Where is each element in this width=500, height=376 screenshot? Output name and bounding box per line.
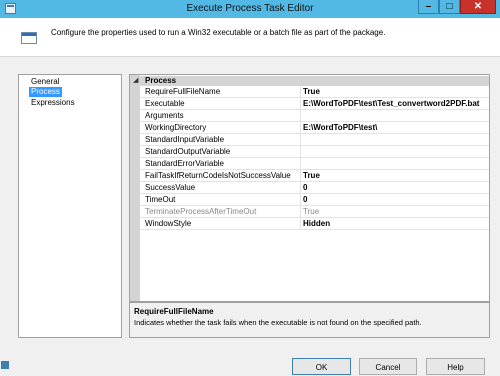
close-icon: ✕ xyxy=(473,1,483,12)
category-label: Process xyxy=(145,76,177,85)
property-grid: ◢ Process RequireFullFileName True Execu… xyxy=(129,74,490,302)
property-row-timeout[interactable]: TimeOut 0 xyxy=(140,194,489,206)
column-divider xyxy=(300,110,301,122)
title-bar: Execute Process Task Editor – □ ✕ xyxy=(0,0,500,18)
property-name: FailTaskIfReturnCodeIsNotSuccessValue xyxy=(145,171,291,180)
property-name: StandardInputVariable xyxy=(145,135,225,144)
property-row-successvalue[interactable]: SuccessValue 0 xyxy=(140,182,489,194)
nav-item-process[interactable]: Process xyxy=(29,87,62,97)
property-name: StandardErrorVariable xyxy=(145,159,225,168)
property-name: SuccessValue xyxy=(145,183,196,192)
minimize-button[interactable]: – xyxy=(418,0,439,14)
property-value: True xyxy=(303,207,320,216)
status-icon xyxy=(1,361,9,369)
property-row-executable[interactable]: Executable E:\WordToPDF\test\Test_conver… xyxy=(140,98,489,110)
column-divider xyxy=(300,134,301,146)
help-button[interactable]: Help xyxy=(426,358,485,375)
description-panel: RequireFullFileName Indicates whether th… xyxy=(129,302,490,338)
property-row-failtaskifreturncodeisnotsuccessvalue[interactable]: FailTaskIfReturnCodeIsNotSuccessValue Tr… xyxy=(140,170,489,182)
column-divider xyxy=(300,122,301,134)
property-name: WindowStyle xyxy=(145,219,192,228)
property-name: Arguments xyxy=(145,111,184,120)
column-divider xyxy=(300,206,301,218)
column-divider xyxy=(300,86,301,98)
header-panel: Configure the properties used to run a W… xyxy=(0,18,500,57)
cancel-button[interactable]: Cancel xyxy=(359,358,417,375)
property-name: RequireFullFileName xyxy=(145,87,221,96)
ok-button[interactable]: OK xyxy=(292,358,351,375)
property-value[interactable]: True xyxy=(303,170,320,182)
property-value[interactable]: E:\WordToPDF\test\ xyxy=(303,122,377,134)
property-row-standardinputvariable[interactable]: StandardInputVariable xyxy=(140,134,489,146)
window-controls: – □ ✕ xyxy=(418,0,496,14)
property-name: StandardOutputVariable xyxy=(145,147,231,156)
maximize-button[interactable]: □ xyxy=(439,0,460,14)
description-title: RequireFullFileName xyxy=(134,307,214,316)
property-value[interactable]: True xyxy=(303,86,320,98)
maximize-icon: □ xyxy=(446,1,453,12)
status-area xyxy=(0,360,9,370)
property-row-windowstyle[interactable]: WindowStyle Hidden xyxy=(140,218,489,230)
close-button[interactable]: ✕ xyxy=(460,0,496,14)
column-divider xyxy=(300,98,301,110)
property-row-arguments[interactable]: Arguments xyxy=(140,110,489,122)
minimize-icon: – xyxy=(425,1,432,12)
property-value[interactable]: Hidden xyxy=(303,218,330,230)
category-row-process[interactable]: ◢ Process xyxy=(130,76,489,86)
description-text: Indicates whether the task fails when th… xyxy=(134,318,422,327)
header-description: Configure the properties used to run a W… xyxy=(51,28,386,37)
property-value[interactable]: 0 xyxy=(303,182,307,194)
collapse-arrow-icon[interactable]: ◢ xyxy=(133,76,138,86)
column-divider xyxy=(300,194,301,206)
column-divider xyxy=(300,218,301,230)
property-row-workingdirectory[interactable]: WorkingDirectory E:\WordToPDF\test\ xyxy=(140,122,489,134)
property-grid-margin xyxy=(130,75,140,301)
property-value[interactable]: 0 xyxy=(303,194,307,206)
property-row-standarderrorvariable[interactable]: StandardErrorVariable xyxy=(140,158,489,170)
property-name: WorkingDirectory xyxy=(145,123,207,132)
column-divider xyxy=(300,146,301,158)
nav-item-general[interactable]: General xyxy=(29,77,61,87)
property-row-terminateprocessaftertimeout[interactable]: TerminateProcessAfterTimeOut True xyxy=(140,206,489,218)
column-divider xyxy=(300,182,301,194)
column-divider xyxy=(300,170,301,182)
column-divider xyxy=(300,158,301,170)
page-list: General Process Expressions xyxy=(18,74,122,338)
property-name: Executable xyxy=(145,99,185,108)
property-value[interactable]: E:\WordToPDF\test\Test_convertword2PDF.b… xyxy=(303,98,479,110)
property-row-standardoutputvariable[interactable]: StandardOutputVariable xyxy=(140,146,489,158)
nav-item-expressions[interactable]: Expressions xyxy=(29,98,77,108)
property-name: TerminateProcessAfterTimeOut xyxy=(145,207,257,216)
dialog-window-icon xyxy=(21,32,37,44)
property-name: TimeOut xyxy=(145,195,176,204)
property-row-requirefullfilename[interactable]: RequireFullFileName True xyxy=(140,86,489,98)
